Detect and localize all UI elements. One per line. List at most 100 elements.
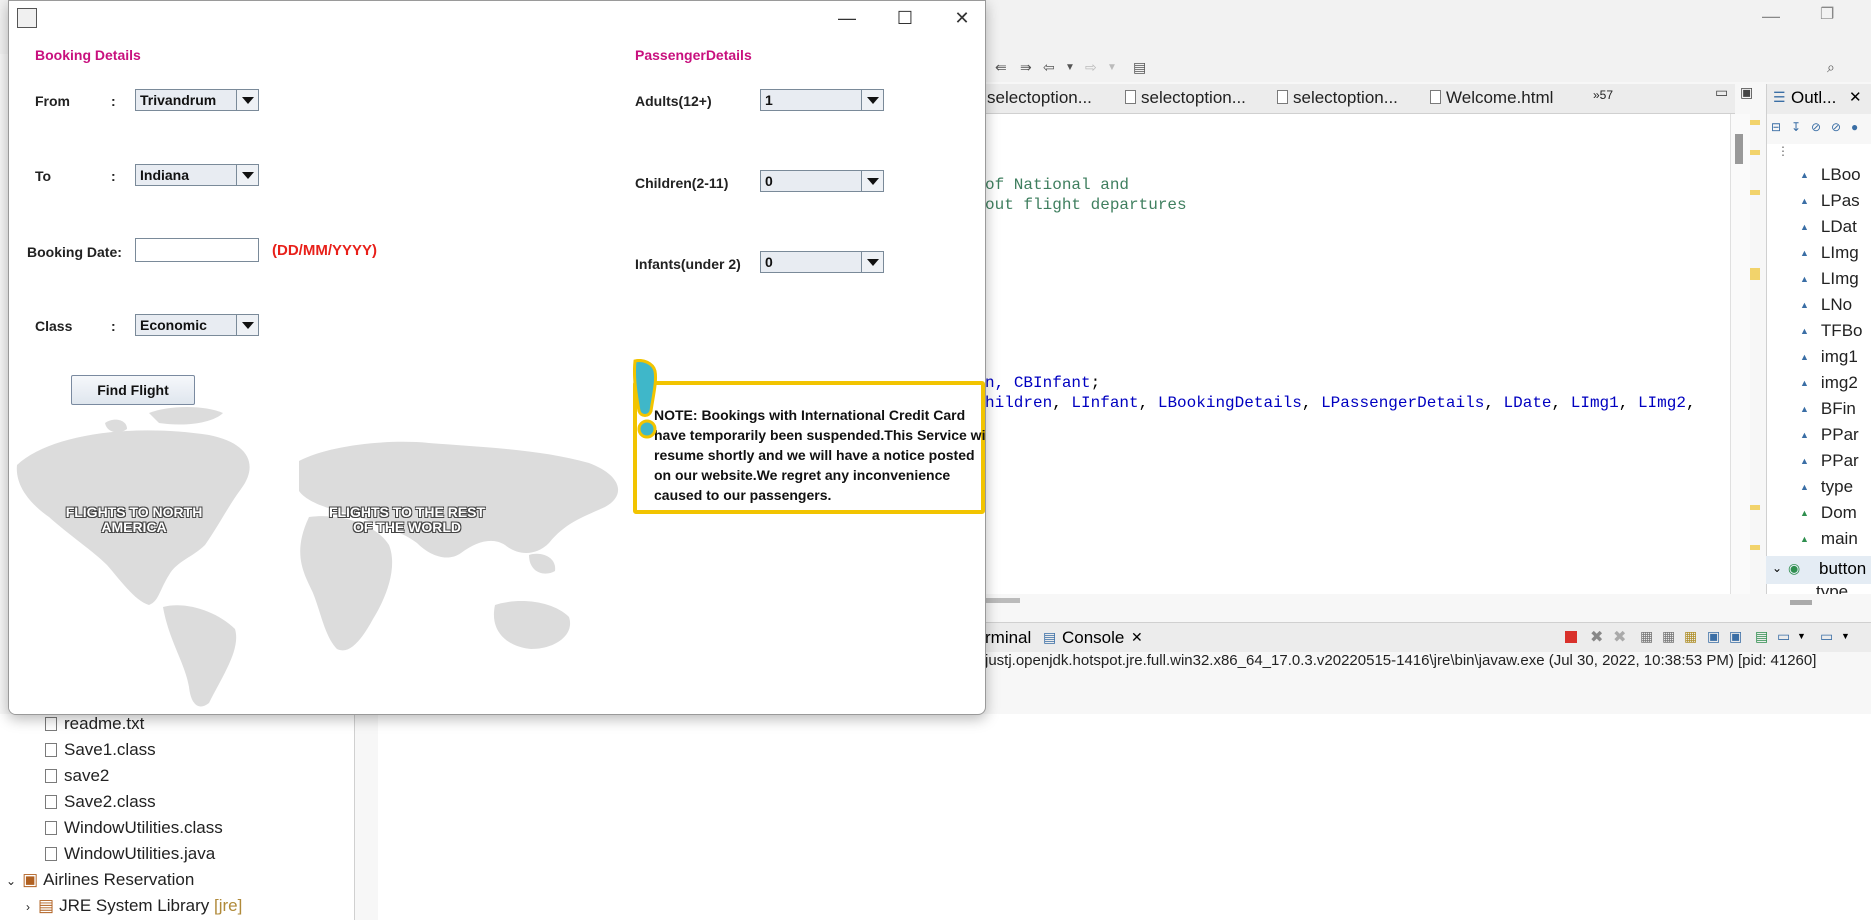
library-item[interactable]: › ▤ JRE System Library [jre] — [26, 896, 242, 916]
tree-item[interactable]: save2 — [45, 766, 109, 786]
expand-chevron-icon[interactable]: ⌄ — [6, 874, 16, 888]
project-item[interactable]: ⌄ ▣ Airlines Reservation — [6, 870, 194, 890]
rest-of-world-label[interactable]: FLIGHTS TO THE REST OF THE WORLD — [327, 505, 487, 535]
outline-item[interactable]: ▲ Dom — [1800, 503, 1871, 523]
maximize-icon[interactable]: ☐ — [885, 6, 925, 30]
annotation-marker[interactable] — [1750, 190, 1760, 195]
find-flight-button[interactable]: Find Flight — [71, 375, 195, 405]
forward-dropdown-icon[interactable]: ▼ — [1107, 62, 1117, 73]
pin-console-icon[interactable]: ▤ — [1755, 628, 1768, 645]
open-console-icon[interactable]: ▭ — [1820, 628, 1833, 645]
code-editor[interactable]: of National and out flight departures n,… — [985, 114, 1730, 603]
ide-restore-icon[interactable]: ❐ — [1820, 4, 1834, 24]
from-combobox[interactable]: Trivandrum — [135, 89, 259, 111]
terminal-tab[interactable]: rminal — [985, 628, 1031, 648]
remove-launch-icon[interactable]: ✖ — [1590, 627, 1603, 647]
vertical-scrollbar-thumb[interactable] — [1735, 134, 1743, 164]
window-titlebar[interactable]: — ☐ ✕ — [9, 1, 985, 35]
show-stdout-icon[interactable]: ▣ — [1707, 628, 1720, 645]
outline-item[interactable]: ▲ BFin — [1800, 399, 1871, 419]
sort-icon[interactable]: ↧ — [1791, 120, 1801, 134]
outline-item[interactable]: ▲ LImg — [1800, 269, 1871, 289]
chevron-down-icon[interactable] — [861, 90, 883, 110]
minimize-icon[interactable]: — — [827, 6, 867, 30]
editor-tab[interactable]: selectoption... — [1125, 88, 1246, 108]
tree-item[interactable]: WindowUtilities.java — [45, 844, 215, 864]
to-combobox[interactable]: Indiana — [135, 164, 259, 186]
editor-tab[interactable]: selectoption... — [987, 88, 1092, 108]
outline-item[interactable]: ▲ type — [1800, 477, 1871, 497]
word-wrap-icon[interactable]: ▦ — [1684, 628, 1697, 645]
console-tab[interactable]: Console — [1062, 628, 1124, 648]
pin-editor-icon[interactable]: ▤ — [1133, 59, 1146, 76]
terminate-icon[interactable] — [1565, 631, 1577, 643]
forward-icon[interactable]: ⇨ — [1085, 59, 1097, 76]
chevron-down-icon[interactable] — [861, 252, 883, 272]
more-tabs-button[interactable]: »57 — [1593, 88, 1613, 102]
tree-item[interactable]: WindowUtilities.class — [45, 818, 223, 838]
view-menu-icon[interactable]: ⋮ — [1777, 144, 1789, 158]
outline-item[interactable]: ▲ LImg — [1800, 243, 1871, 263]
chevron-down-icon[interactable] — [861, 171, 883, 191]
chevron-down-icon[interactable] — [236, 165, 258, 185]
outline-item[interactable]: ▲ LDat — [1800, 217, 1871, 237]
open-console-dropdown-icon[interactable]: ▼ — [1841, 631, 1850, 641]
outline-item[interactable]: ▲ TFBo — [1800, 321, 1871, 341]
outline-item[interactable]: ▲ PPar — [1800, 425, 1871, 445]
collapse-chevron-icon[interactable]: › — [26, 900, 30, 914]
prev-annotation-icon[interactable]: ⇚ — [995, 59, 1007, 76]
ide-minimize-icon[interactable]: — — [1762, 6, 1780, 27]
adults-combobox[interactable]: 1 — [760, 89, 884, 111]
outline-item[interactable]: ▲ img1 — [1800, 347, 1871, 367]
infants-combobox[interactable]: 0 — [760, 251, 884, 273]
outline-item[interactable]: ▲ LPas — [1800, 191, 1871, 211]
outline-scrollbar[interactable] — [1790, 600, 1812, 605]
outline-item[interactable]: type — [1816, 582, 1848, 594]
minimize-view-icon[interactable]: ▭ — [1715, 84, 1728, 101]
outline-item[interactable]: ▲ main — [1800, 529, 1871, 549]
collapse-all-icon[interactable]: ⊟ — [1771, 120, 1781, 134]
outline-selected-row[interactable]: ⌄ ◉ button — [1766, 556, 1871, 584]
chevron-down-icon[interactable] — [236, 315, 258, 335]
outline-item[interactable]: ▲ PPar — [1800, 451, 1871, 471]
outline-item[interactable]: ▲ LNo — [1800, 295, 1871, 315]
show-stderr-icon[interactable]: ▣ — [1729, 628, 1742, 645]
display-dropdown-icon[interactable]: ▼ — [1797, 631, 1806, 641]
expand-chevron-icon[interactable]: ⌄ — [1772, 561, 1782, 575]
outline-item[interactable]: ▲ LBoo — [1800, 165, 1871, 185]
editor-tab[interactable]: selectoption... — [1277, 88, 1398, 108]
annotation-marker[interactable] — [1750, 120, 1760, 125]
tree-item[interactable]: readme.txt — [45, 714, 144, 734]
remove-all-icon[interactable]: ✖ — [1613, 627, 1626, 647]
editor-tab[interactable]: Welcome.html — [1430, 88, 1553, 108]
annotation-marker[interactable] — [1750, 268, 1760, 280]
north-america-label[interactable]: FLIGHTS TO NORTH AMERICA — [59, 505, 209, 535]
annotation-marker[interactable] — [1750, 505, 1760, 510]
children-combobox[interactable]: 0 — [760, 170, 884, 192]
close-icon[interactable]: ✕ — [1849, 88, 1862, 106]
display-console-icon[interactable]: ▭ — [1777, 628, 1790, 645]
hide-nonpublic-icon[interactable]: ● — [1851, 120, 1858, 134]
tree-item[interactable]: Save1.class — [45, 740, 156, 760]
back-icon[interactable]: ⇦ — [1043, 59, 1055, 76]
class-combobox[interactable]: Economic — [135, 314, 259, 336]
back-dropdown-icon[interactable]: ▼ — [1065, 62, 1075, 73]
outline-tab[interactable]: Outl... — [1791, 88, 1836, 108]
close-icon[interactable]: ✕ — [942, 6, 982, 30]
chevron-down-icon[interactable] — [236, 90, 258, 110]
horizontal-scrollbar[interactable] — [985, 598, 1020, 603]
overview-ruler[interactable] — [1730, 114, 1750, 594]
clear-console-icon[interactable]: ▦ — [1640, 628, 1653, 645]
search-icon[interactable]: ⌕ — [1827, 59, 1835, 76]
hide-fields-icon[interactable]: ⊘ — [1811, 120, 1821, 134]
next-annotation-icon[interactable]: ⇛ — [1020, 59, 1032, 76]
booking-date-field[interactable] — [135, 238, 259, 262]
annotation-marker[interactable] — [1750, 150, 1760, 155]
close-icon[interactable]: ✕ — [1131, 629, 1143, 646]
outline-item[interactable]: ▲ img2 — [1800, 373, 1871, 393]
scroll-lock-icon[interactable]: ▦ — [1662, 628, 1675, 645]
annotation-marker[interactable] — [1750, 545, 1760, 550]
maximize-view-icon[interactable]: ▣ — [1740, 84, 1753, 101]
hide-static-icon[interactable]: ⊘ — [1831, 120, 1841, 134]
tree-item[interactable]: Save2.class — [45, 792, 156, 812]
